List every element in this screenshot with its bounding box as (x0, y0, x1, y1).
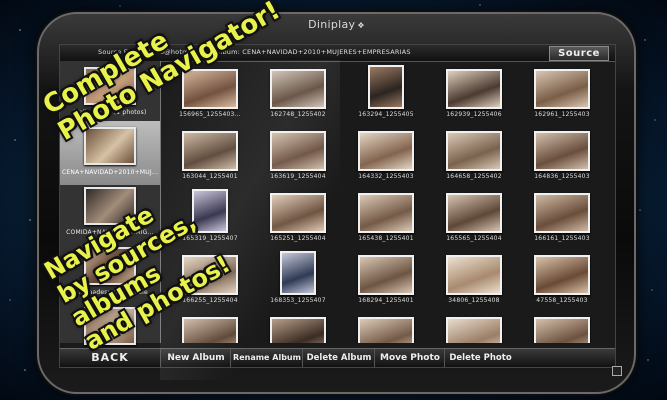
photo-thumbnail (358, 317, 414, 343)
brand-logo: Diniplay ❖ (308, 18, 365, 31)
photo-item[interactable] (256, 313, 340, 343)
brand-mark-icon: ❖ (357, 21, 365, 30)
photo-caption: 163619_1255404 (270, 173, 326, 180)
photo-thumbnail (368, 65, 404, 109)
photo-caption: 34806_1255408 (448, 297, 500, 304)
photo-caption: 165251_1255404 (270, 235, 326, 242)
photo-thumbnail (270, 131, 326, 171)
photo-item[interactable]: 163294_1255405 (344, 65, 428, 121)
photo-caption: 164658_1255402 (446, 173, 502, 180)
photo-caption: 164836_1255403 (534, 173, 590, 180)
photo-item[interactable] (168, 313, 252, 343)
rename-album-button[interactable]: Rename Album (230, 349, 303, 367)
photo-thumbnail (270, 317, 326, 343)
photo-thumbnail (446, 255, 502, 295)
photo-thumbnail (358, 193, 414, 233)
photo-item[interactable]: 166161_1255403 (520, 189, 604, 245)
photo-thumbnail (534, 69, 590, 109)
photo-thumbnail (358, 131, 414, 171)
photo-thumbnail (534, 255, 590, 295)
photo-item[interactable]: 165438_1255401 (344, 189, 428, 245)
photo-thumbnail (446, 317, 502, 343)
photo-thumbnail (534, 131, 590, 171)
photo-item[interactable]: 163044_1255401 (168, 127, 252, 183)
photo-caption: 165565_1255404 (446, 235, 502, 242)
photo-item[interactable] (432, 313, 516, 343)
photo-caption: 164332_1255403 (358, 173, 414, 180)
photo-caption: 156965_1255403... (179, 111, 241, 118)
photo-caption: 162748_1255402 (270, 111, 326, 118)
photo-thumbnail (280, 251, 316, 295)
new-album-button[interactable]: New Album (160, 349, 231, 367)
photo-item[interactable]: 162748_1255402 (256, 65, 340, 121)
photo-caption: 165438_1255401 (358, 235, 414, 242)
photo-item[interactable]: 168353_1255407 (256, 251, 340, 307)
photo-item[interactable]: 163619_1255404 (256, 127, 340, 183)
photo-thumbnail (182, 317, 238, 343)
delete-album-button[interactable]: Delete Album (302, 349, 375, 367)
photo-thumbnail (182, 131, 238, 171)
photo-caption: 163294_1255405 (358, 111, 414, 118)
photo-item[interactable]: 164836_1255403 (520, 127, 604, 183)
album-label: CENA+NAVIDAD+2010+MUJ... (62, 169, 158, 176)
photo-caption: 163044_1255401 (182, 173, 238, 180)
delete-photo-button[interactable]: Delete Photo (444, 349, 516, 367)
photo-caption: 166161_1255403 (534, 235, 590, 242)
corner-checkbox[interactable] (612, 366, 622, 376)
photo-item[interactable]: 47558_1255403 (520, 251, 604, 307)
photo-thumbnail (446, 131, 502, 171)
photo-caption: 162961_1255403 (534, 111, 590, 118)
photo-thumbnail (534, 193, 590, 233)
photo-item[interactable]: 164658_1255402 (432, 127, 516, 183)
photo-caption: 168353_1255407 (270, 297, 326, 304)
source-button[interactable]: Source (549, 46, 609, 61)
photo-thumbnail (446, 193, 502, 233)
photo-item[interactable]: 165251_1255404 (256, 189, 340, 245)
photo-thumbnail (446, 69, 502, 109)
photo-caption: 168294_1255401 (358, 297, 414, 304)
photo-item[interactable]: 162961_1255403 (520, 65, 604, 121)
move-photo-button[interactable]: Move Photo (374, 349, 445, 367)
photo-item[interactable] (520, 313, 604, 343)
action-bar: BACK New Album Rename Album Delete Album… (60, 348, 615, 367)
photo-thumbnail (358, 255, 414, 295)
back-button[interactable]: BACK (60, 349, 160, 367)
photo-thumbnail (270, 69, 326, 109)
photo-item[interactable]: 164332_1255403 (344, 127, 428, 183)
photo-item[interactable]: 168294_1255401 (344, 251, 428, 307)
photo-thumbnail (270, 193, 326, 233)
photo-caption: 162939_1255406 (446, 111, 502, 118)
photo-grid: 156965_1255403... 162748_1255402 163294_12… (162, 61, 613, 343)
photo-caption: 47558_1255403 (536, 297, 588, 304)
photo-item[interactable] (344, 313, 428, 343)
photo-item[interactable]: 165565_1255404 (432, 189, 516, 245)
photo-thumbnail (534, 317, 590, 343)
photo-item[interactable]: 34806_1255408 (432, 251, 516, 307)
photo-item[interactable]: 162939_1255406 (432, 65, 516, 121)
